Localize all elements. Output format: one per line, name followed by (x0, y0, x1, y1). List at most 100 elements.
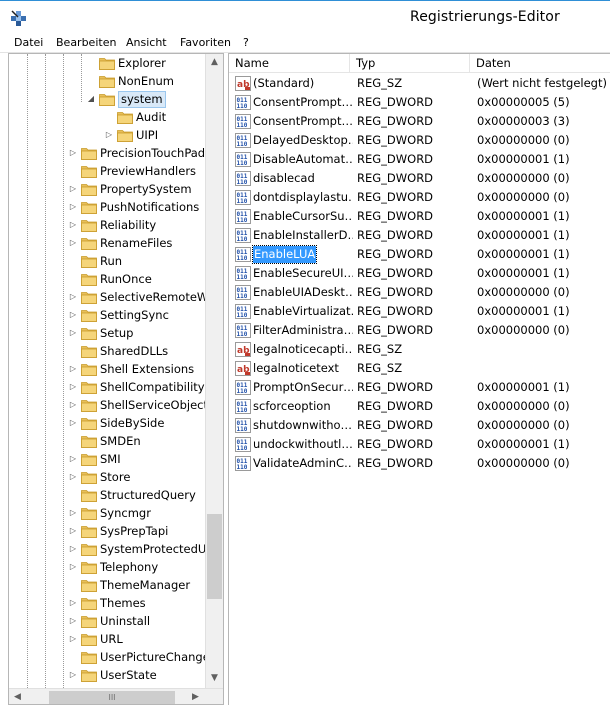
scroll-down-arrow-icon[interactable]: ▼ (206, 670, 223, 687)
expand-arrow-icon[interactable]: ▷ (69, 329, 77, 337)
tree-item[interactable]: ▷ URL (9, 630, 205, 648)
tree-item[interactable]: ▷ UIPI (9, 126, 205, 144)
value-row[interactable]: 011 110 FilterAdministra… REG_DWORD 0x000000… (229, 321, 610, 340)
expand-arrow-icon[interactable]: ▷ (69, 401, 77, 409)
tree-item[interactable]: ▷ RenameFiles (9, 234, 205, 252)
tree-item[interactable]: SMDEn (9, 432, 205, 450)
value-row[interactable]: 011 110 ConsentPrompt… REG_DWORD 0x00000003 … (229, 112, 610, 131)
menu-help[interactable]: ? (241, 36, 251, 50)
tree-item[interactable]: ▷ SysPrepTapi (9, 522, 205, 540)
tree-item[interactable]: ▷ Store (9, 468, 205, 486)
tree-item[interactable]: ▷ PrecisionTouchPad (9, 144, 205, 162)
tree-item[interactable]: ▷ PushNotifications (9, 198, 205, 216)
key-tree-pane[interactable]: Explorer NonEnum ◢ system Audit ▷ UIPI ▷ Precisi… (8, 53, 224, 705)
expand-arrow-icon[interactable]: ▷ (69, 365, 77, 373)
expand-arrow-icon[interactable]: ▷ (69, 473, 77, 481)
value-row[interactable]: ab (Standard) REG_SZ (Wert nicht festgelegt… (229, 74, 610, 93)
expand-arrow-icon[interactable]: ▷ (69, 419, 77, 427)
tree-item[interactable]: PreviewHandlers (9, 162, 205, 180)
tree-item[interactable]: ▷ ShellServiceObjectD (9, 396, 217, 414)
value-row[interactable]: 011 110 EnableUIADeskt… REG_DWORD 0x00000000… (229, 283, 610, 302)
value-row[interactable]: 011 110 PromptOnSecur… REG_DWORD 0x00000001 … (229, 378, 610, 397)
tree-item[interactable]: ▷ Telephony (9, 558, 205, 576)
value-row[interactable]: 011 110 EnableSecureUI… REG_DWORD 0x00000001… (229, 264, 610, 283)
expand-arrow-icon[interactable]: ▷ (69, 311, 77, 319)
tree-item[interactable]: UserPictureChange (9, 648, 210, 666)
tree-item[interactable]: ▷ Syncmgr (9, 504, 205, 522)
value-row[interactable]: 011 110 shutdownwitho… REG_DWORD 0x00000000 … (229, 416, 610, 435)
tree-item[interactable]: ▷ ShellCompatibility (9, 378, 205, 396)
regedit-icon[interactable] (10, 9, 28, 27)
collapse-arrow-icon[interactable]: ◢ (87, 95, 95, 103)
scroll-up-arrow-icon[interactable]: ▲ (206, 54, 223, 71)
expand-arrow-icon[interactable]: ▷ (69, 203, 77, 211)
tree-item[interactable]: SharedDLLs (9, 342, 205, 360)
expand-arrow-icon[interactable]: ▷ (69, 671, 77, 679)
expand-arrow-icon[interactable]: ▷ (69, 185, 77, 193)
menu-bearbeiten[interactable]: Bearbeiten (54, 36, 118, 50)
column-header-type[interactable]: Typ (350, 54, 470, 73)
column-header-data[interactable]: Daten (470, 54, 610, 73)
value-row[interactable]: 011 110 ValidateAdminC… REG_DWORD 0x00000000… (229, 454, 610, 473)
value-row[interactable]: ab legalnoticecapti… REG_SZ (229, 340, 610, 359)
value-row[interactable]: 011 110 EnableLUA REG_DWORD 0x00000001 (1) (229, 245, 610, 264)
value-row[interactable]: 011 110 scforceoption REG_DWORD 0x00000000 (… (229, 397, 610, 416)
tree-item[interactable]: Audit (9, 108, 205, 126)
value-row[interactable]: 011 110 DisableAutomat… REG_DWORD 0x00000001… (229, 150, 610, 169)
value-row[interactable]: 011 110 EnableCursorSu… REG_DWORD 0x00000001… (229, 207, 610, 226)
scrollbar-thumb[interactable] (207, 514, 222, 599)
expand-arrow-icon[interactable]: ▷ (69, 599, 77, 607)
value-row[interactable]: 011 110 ConsentPrompt… REG_DWORD 0x00000005 … (229, 93, 610, 112)
expand-arrow-icon[interactable]: ▷ (69, 635, 77, 643)
value-row[interactable]: 011 110 undockwithoutl… REG_DWORD 0x00000001… (229, 435, 610, 454)
tree-item[interactable]: Run (9, 252, 205, 270)
expand-arrow-icon[interactable]: ▷ (69, 617, 77, 625)
tree-item[interactable]: ▷ Themes (9, 594, 205, 612)
scroll-right-arrow-icon[interactable]: ▶ (187, 689, 204, 704)
tree-item[interactable]: ▷ SystemProtectedUs (9, 540, 212, 558)
tree-item[interactable]: ▷ PropertySystem (9, 180, 205, 198)
menu-favoriten[interactable]: Favoriten (178, 36, 233, 50)
tree-item[interactable]: ◢ system (9, 90, 205, 108)
expand-arrow-icon[interactable]: ▷ (69, 383, 77, 391)
expand-arrow-icon[interactable]: ▷ (69, 563, 77, 571)
tree-item[interactable]: StructuredQuery (9, 486, 205, 504)
tree-item[interactable]: ThemeManager (9, 576, 205, 594)
expand-arrow-icon[interactable]: ▷ (69, 509, 77, 517)
menu-datei[interactable]: Datei (12, 36, 45, 50)
tree-horizontal-scrollbar[interactable]: ◀ III ▶ (9, 688, 223, 704)
tree-item[interactable]: ▷ Shell Extensions (9, 360, 205, 378)
tree-item[interactable]: ▷ Uninstall (9, 612, 205, 630)
value-row[interactable]: 011 110 EnableInstallerD… REG_DWORD 0x000000… (229, 226, 610, 245)
tree-item[interactable]: ▷ SelectiveRemoteWi (9, 288, 211, 306)
expand-arrow-icon[interactable]: ▷ (69, 455, 77, 463)
value-row[interactable]: 011 110 EnableVirtualizat… REG_DWORD 0x00000… (229, 302, 610, 321)
tree-item[interactable]: NonEnum (9, 72, 205, 90)
tree-item[interactable]: ▷ Reliability (9, 216, 205, 234)
expand-arrow-icon[interactable]: ▷ (69, 149, 77, 157)
tree-item[interactable]: Explorer (9, 54, 205, 72)
column-header-name[interactable]: Name (229, 54, 350, 73)
value-row[interactable]: 011 110 dontdisplaylastu… REG_DWORD 0x000000… (229, 188, 610, 207)
expand-arrow-icon[interactable]: ▷ (69, 527, 77, 535)
tree-item[interactable]: ▷ SideBySide (9, 414, 205, 432)
expand-arrow-icon[interactable]: ▷ (69, 221, 77, 229)
tree-vertical-scrollbar[interactable]: ▲ ▼ (205, 54, 223, 688)
value-row[interactable]: ab legalnoticetext REG_SZ (229, 359, 610, 378)
tree-item[interactable]: ▷ SettingSync (9, 306, 205, 324)
expand-arrow-icon[interactable]: ▷ (69, 239, 77, 247)
value-list-pane[interactable]: Name Typ Daten ab (Standard) REG_SZ (Wert n… (228, 53, 610, 705)
expand-arrow-icon[interactable]: ▷ (69, 545, 77, 553)
value-row[interactable]: 011 110 disablecad REG_DWORD 0x00000000 (0) (229, 169, 610, 188)
title-bar[interactable]: Registrierungs-Editor (0, 0, 610, 34)
menu-ansicht[interactable]: Ansicht (124, 36, 169, 50)
horizontal-scrollbar-thumb[interactable]: III (49, 691, 175, 704)
value-row[interactable]: 011 110 DelayedDesktop… REG_DWORD 0x00000000… (229, 131, 610, 150)
tree-item[interactable]: RunOnce (9, 270, 205, 288)
tree-item[interactable]: ▷ Setup (9, 324, 205, 342)
scroll-left-arrow-icon[interactable]: ◀ (9, 689, 26, 704)
tree-item[interactable]: ▷ UserState (9, 666, 205, 684)
expand-arrow-icon[interactable]: ▷ (69, 293, 77, 301)
expand-arrow-icon[interactable]: ▷ (105, 131, 113, 139)
tree-item[interactable]: ▷ SMI (9, 450, 205, 468)
